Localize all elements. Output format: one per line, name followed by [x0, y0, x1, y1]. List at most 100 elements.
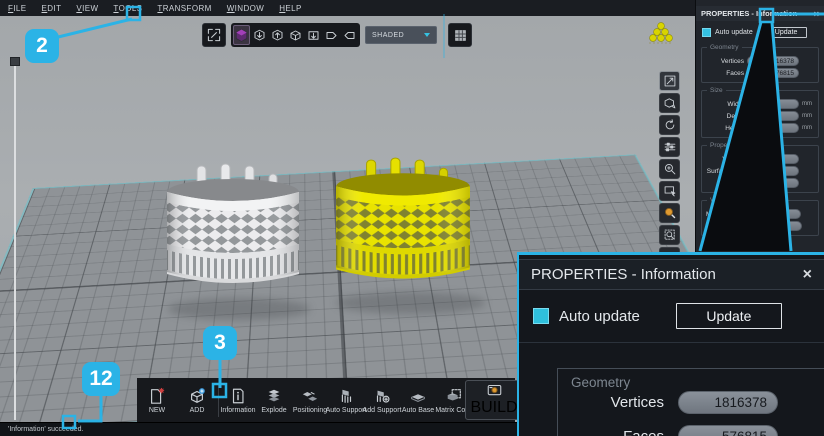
- callout-badge-3: 3: [203, 326, 237, 360]
- left-view-button[interactable]: [341, 25, 358, 45]
- app-logo: [640, 16, 682, 56]
- surface-area-row: Surface area: [706, 165, 814, 177]
- menu-tools[interactable]: TOOLS: [113, 4, 142, 13]
- zoom-selected-button[interactable]: [659, 203, 680, 223]
- bottom-view-button[interactable]: [269, 25, 286, 45]
- iso-view-button[interactable]: [233, 25, 250, 45]
- zoom-in-button[interactable]: [659, 159, 680, 179]
- fit-to-screen-button[interactable]: [659, 71, 680, 91]
- size-group: Size Width mm Depth mm Height mm: [701, 90, 819, 138]
- right-view-icon: [324, 28, 339, 43]
- information-icon: [229, 387, 247, 405]
- faces-label: Faces: [706, 70, 744, 77]
- update-button[interactable]: Update: [765, 27, 808, 38]
- toolbar-separator: [218, 383, 219, 417]
- popup-faces-value: 576815: [722, 429, 767, 436]
- auto-base-button[interactable]: Auto Base: [400, 378, 436, 422]
- popup-faces-label: Faces: [572, 428, 664, 436]
- rotate-view-button[interactable]: [659, 93, 680, 113]
- width-row: Width mm: [706, 98, 814, 110]
- menu-edit[interactable]: EDIT: [42, 4, 62, 13]
- add-support-button[interactable]: Add Support: [364, 378, 400, 422]
- auto-base-icon: [409, 387, 427, 405]
- popup-auto-update-label: Auto update: [559, 308, 640, 325]
- grid-icon: [453, 28, 468, 43]
- view-clip-slider-handle[interactable]: [10, 57, 20, 66]
- volume-label: Volume: [706, 156, 744, 163]
- menu-view[interactable]: VIEW: [76, 4, 98, 13]
- popup-faces-field: 576815: [678, 425, 778, 436]
- platform-grid-toggle-button[interactable]: [448, 23, 472, 47]
- height-field: [747, 123, 799, 133]
- front-view-button[interactable]: [287, 25, 304, 45]
- rotate-arrow-icon: [663, 118, 677, 132]
- popup-vertices-label: Vertices: [572, 394, 664, 411]
- popup-separator: [519, 342, 824, 343]
- left-view-icon: [342, 28, 357, 43]
- height-label: Height: [706, 125, 744, 132]
- weight-label: Weight: [706, 180, 744, 187]
- add-button[interactable]: ADD: [177, 378, 217, 422]
- auto-update-checkbox[interactable]: [702, 28, 711, 37]
- width-unit: mm: [802, 101, 814, 107]
- geometry-group: Geometry Vertices 1816378 Faces 576815: [701, 47, 819, 83]
- geometry-group-title: Geometry: [707, 44, 742, 51]
- popup-vertices-row: Vertices 1816378: [572, 391, 824, 414]
- depth-unit: mm: [802, 113, 814, 119]
- build-button[interactable]: BUILD: [475, 378, 513, 422]
- right-view-button[interactable]: [323, 25, 340, 45]
- front-view-icon: [288, 28, 303, 43]
- information-button[interactable]: Information: [220, 378, 256, 422]
- popup-geometry-title: Geometry: [571, 375, 630, 390]
- view-orientation-group: [231, 23, 360, 47]
- surface-area-field: [747, 166, 799, 176]
- average-thickness-row: Average thickness: [706, 220, 814, 232]
- shading-mode-value: SHADED: [372, 32, 420, 39]
- popup-auto-update-checkbox[interactable]: [533, 308, 549, 324]
- zoom-region-icon: [663, 228, 677, 242]
- width-field: [747, 99, 799, 109]
- menu-window[interactable]: WINDOW: [227, 4, 265, 13]
- vertices-row: Vertices 1816378: [706, 55, 814, 67]
- matrix-copy-icon: [445, 387, 463, 405]
- zoom-in-icon: [663, 162, 677, 176]
- weight-row: Weight: [706, 177, 814, 189]
- explode-icon: [265, 387, 283, 405]
- positioning-icon: [301, 387, 319, 405]
- popup-close-icon[interactable]: ×: [803, 266, 812, 284]
- spin-view-button[interactable]: [659, 115, 680, 135]
- properties-panel-title: PROPERTIES - Information: [701, 9, 814, 18]
- new-file-icon: [148, 387, 166, 405]
- view-group-title: View: [707, 197, 727, 204]
- top-view-button[interactable]: [251, 25, 268, 45]
- physical-properties-group: Properties Volume Surface area Weight: [701, 145, 819, 193]
- popup-geometry-group: Geometry Vertices 1816378 Faces 576815: [557, 368, 824, 436]
- auto-update-label: Auto update: [715, 29, 753, 36]
- positioning-button[interactable]: Positioning: [292, 378, 328, 422]
- model-part-yellow-bracelet[interactable]: [330, 152, 476, 314]
- close-icon[interactable]: ×: [814, 9, 819, 19]
- display-settings-button[interactable]: [659, 137, 680, 157]
- back-view-button[interactable]: [305, 25, 322, 45]
- auto-support-button[interactable]: Auto Support: [328, 378, 364, 422]
- fit-view-button[interactable]: [202, 23, 226, 47]
- back-view-icon: [306, 28, 321, 43]
- new-button[interactable]: NEW: [137, 378, 177, 422]
- volume-row: Volume: [706, 153, 814, 165]
- depth-field: [747, 111, 799, 121]
- shading-mode-dropdown[interactable]: SHADED: [365, 26, 437, 44]
- view-group: View Max layer count Average thickness: [701, 200, 819, 236]
- zoom-window-button[interactable]: [659, 181, 680, 201]
- top-view-icon: [252, 28, 267, 43]
- menu-file[interactable]: FILE: [8, 4, 27, 13]
- explode-button[interactable]: Explode: [256, 378, 292, 422]
- menu-transform[interactable]: TRANSFORM: [157, 4, 211, 13]
- height-row: Height mm: [706, 122, 814, 134]
- bottom-view-icon: [270, 28, 285, 43]
- menu-help[interactable]: HELP: [279, 4, 302, 13]
- view-clip-slider-track: [14, 60, 16, 420]
- fit-view-icon: [206, 27, 222, 43]
- zoom-region-button[interactable]: [659, 225, 680, 245]
- model-part-white-bracelet[interactable]: [163, 158, 303, 318]
- popup-update-button[interactable]: Update: [676, 303, 782, 329]
